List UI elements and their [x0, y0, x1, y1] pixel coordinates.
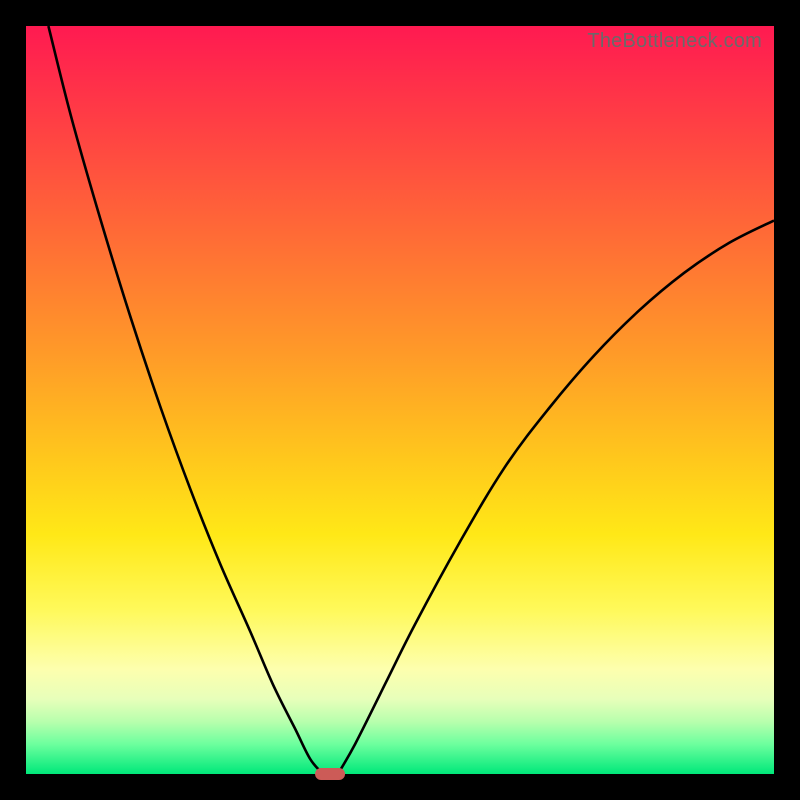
- plot-area: TheBottleneck.com: [26, 26, 774, 774]
- chart-frame: TheBottleneck.com: [0, 0, 800, 800]
- curve-left-branch: [48, 26, 323, 774]
- optimal-marker: [315, 768, 345, 780]
- curve-right-branch: [338, 221, 774, 775]
- bottleneck-curve: [26, 26, 774, 774]
